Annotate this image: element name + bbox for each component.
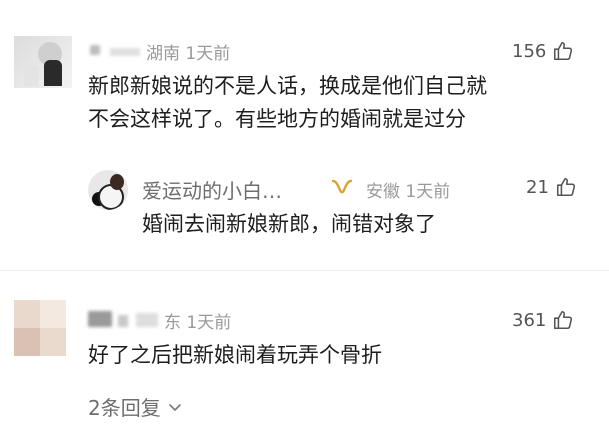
reply-like-button[interactable]: 21 xyxy=(526,176,577,198)
chevron-down-icon xyxy=(168,403,181,411)
reply-like-count: 21 xyxy=(526,176,549,198)
comment-location-time: 湖南 1天前 xyxy=(146,44,231,64)
thumbs-up-icon xyxy=(554,310,573,330)
view-replies-label: 2条回复 xyxy=(88,396,161,420)
vip-badge-icon xyxy=(331,179,353,194)
avatar[interactable] xyxy=(14,36,72,88)
divider xyxy=(0,270,609,271)
username-redacted[interactable] xyxy=(88,40,144,58)
like-count: 156 xyxy=(512,40,547,62)
comment-text: 好了之后把新娘闹着玩弄个骨折 xyxy=(88,343,382,367)
comment-text: 新郎新娘说的不是人话，换成是他们自己就 不会这样说了。有些地方的婚闹就是过分 xyxy=(88,70,598,136)
reply-avatar[interactable] xyxy=(88,170,128,210)
comment-location-time: 东 1天前 xyxy=(164,313,232,333)
like-button[interactable]: 156 xyxy=(512,40,574,62)
reply-username[interactable]: 爱运动的小白… xyxy=(142,175,282,204)
thumbs-up-icon xyxy=(554,41,573,61)
view-replies-link[interactable]: 2条回复 xyxy=(88,392,183,421)
comment-text-line: 不会这样说了。有些地方的婚闹就是过分 xyxy=(88,107,466,131)
reply-location-time: 安徽 1天前 xyxy=(366,182,451,202)
comment-text-line: 新郎新娘说的不是人话，换成是他们自己就 xyxy=(88,74,487,98)
reply-text: 婚闹去闹新娘新郎，闹错对象了 xyxy=(142,212,436,236)
avatar[interactable] xyxy=(14,300,66,356)
like-button[interactable]: 361 xyxy=(512,309,574,331)
thumbs-up-icon xyxy=(556,177,575,197)
username-redacted[interactable] xyxy=(88,309,162,329)
like-count: 361 xyxy=(512,309,547,331)
